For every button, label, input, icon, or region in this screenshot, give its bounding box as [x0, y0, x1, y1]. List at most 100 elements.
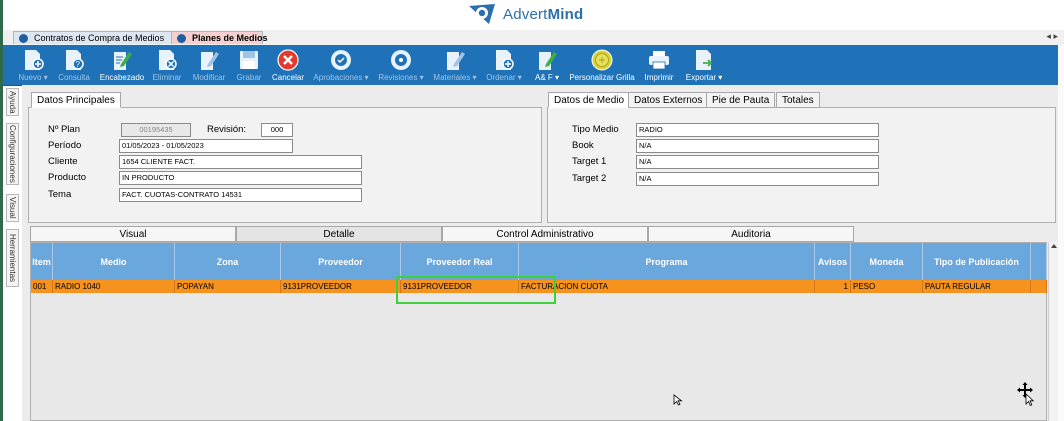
- scroll-up-icon[interactable]: [1051, 244, 1057, 248]
- encabezado-button[interactable]: Encabezado: [97, 45, 147, 85]
- cell-proveedor[interactable]: 9131PROVEEDOR: [281, 280, 401, 293]
- tab-scroll-arrows[interactable]: ◂ ▸: [1046, 31, 1058, 42]
- personalizar-grilla-button[interactable]: Personalizar Grilla: [567, 45, 637, 85]
- tab-pie-de-pauta[interactable]: Pie de Pauta: [706, 92, 776, 108]
- materiales-button[interactable]: Materiales ▾: [431, 45, 479, 85]
- nuevo-button[interactable]: Nuevo ▾: [16, 45, 50, 85]
- cell-avisos[interactable]: 1: [815, 280, 851, 293]
- delete-document-icon: [159, 50, 177, 70]
- aprobaciones-button[interactable]: Aprobaciones ▾: [311, 45, 371, 85]
- col-header-proveedor-real[interactable]: Proveedor Real: [401, 243, 519, 280]
- modificar-button[interactable]: Modificar: [189, 45, 229, 85]
- tab-auditoria[interactable]: Auditoria: [648, 226, 854, 242]
- edit-af-icon: [539, 52, 557, 70]
- col-header-spacer: [1031, 243, 1047, 280]
- tipo-medio-label: Tipo Medio: [572, 124, 619, 135]
- col-header-medio[interactable]: Medio: [53, 243, 175, 280]
- brand-name: AdvertMind: [503, 5, 584, 23]
- tab-datos-de-medio[interactable]: Datos de Medio: [548, 92, 631, 108]
- tab-datos-externos[interactable]: Datos Externos: [628, 92, 709, 108]
- edit-header-icon: [114, 52, 132, 70]
- side-tab-herramientas[interactable]: Herramientas: [6, 229, 19, 287]
- producto-field[interactable]: IN PRODUCTO: [119, 171, 362, 185]
- tab-planes-medios[interactable]: Planes de Medios: [171, 31, 268, 44]
- tab-control-administrativo[interactable]: Control Administrativo: [442, 226, 648, 242]
- customize-grid-icon: [591, 49, 613, 71]
- target2-field[interactable]: N/A: [636, 172, 879, 186]
- revisions-icon: [391, 50, 411, 70]
- target1-field[interactable]: N/A: [636, 155, 879, 169]
- col-header-tipo-publicacion[interactable]: Tipo de Publicación: [923, 243, 1031, 280]
- cell-programa[interactable]: FACTURACION CUOTA: [519, 280, 815, 293]
- printer-icon: [649, 51, 669, 70]
- svg-text:?: ?: [76, 60, 81, 69]
- ordenar-button[interactable]: Ordenar ▾: [484, 45, 524, 85]
- producto-label: Producto: [48, 172, 87, 183]
- book-field[interactable]: N/A: [636, 139, 879, 153]
- move-cursor-icon: [1017, 382, 1035, 407]
- revisiones-button[interactable]: Revisiones ▾: [375, 45, 427, 85]
- eliminar-button[interactable]: Eliminar: [150, 45, 184, 85]
- app-header: AdvertMind: [3, 0, 1064, 30]
- tab-label: Planes de Medios: [192, 33, 268, 43]
- tab-scroll-right-icon[interactable]: ▸: [1053, 31, 1058, 41]
- grid-vertical-scrollbar[interactable]: [1048, 242, 1058, 421]
- ayf-button[interactable]: A& F ▾: [530, 45, 564, 85]
- periodo-label: Período: [48, 140, 82, 151]
- revision-label: Revisión:: [207, 124, 247, 135]
- col-header-item[interactable]: Item: [31, 243, 53, 280]
- window-right-edge: [1058, 45, 1064, 421]
- imprimir-button[interactable]: Imprimir: [641, 45, 677, 85]
- tab-detalle[interactable]: Detalle: [236, 226, 442, 242]
- grabar-button[interactable]: Grabar: [233, 45, 265, 85]
- main-toolbar: Nuevo ▾ ? Consulta Encabezado Eliminar M…: [3, 45, 1058, 86]
- cell-spacer: [1031, 280, 1047, 293]
- side-tab-ayuda[interactable]: Ayuda: [6, 88, 19, 116]
- cell-tipo-publicacion[interactable]: PAUTA REGULAR: [923, 280, 1031, 293]
- materials-icon: [447, 52, 465, 70]
- col-header-programa[interactable]: Programa: [519, 243, 815, 280]
- tab-totales[interactable]: Totales: [776, 92, 820, 108]
- document-tab-bar: Contratos de Compra de Medios Planes de …: [3, 30, 1064, 46]
- save-icon: [240, 51, 258, 69]
- cell-zona[interactable]: POPAYAN: [175, 280, 281, 293]
- revision-field[interactable]: 000: [261, 123, 293, 137]
- tab-visual[interactable]: Visual: [30, 226, 236, 242]
- cliente-label: Cliente: [48, 156, 78, 167]
- col-header-zona[interactable]: Zona: [175, 243, 281, 280]
- highlight-annotation: [396, 276, 556, 304]
- brand-logo: AdvertMind: [465, 1, 583, 27]
- tab-datos-principales[interactable]: Datos Principales: [31, 92, 121, 108]
- periodo-field[interactable]: 01/05/2023 - 01/05/2023: [119, 139, 293, 153]
- advertmind-tab-icon: [19, 34, 28, 43]
- advertmind-logo-icon: [469, 4, 495, 24]
- consulta-button[interactable]: ? Consulta: [55, 45, 93, 85]
- col-header-avisos[interactable]: Avisos: [815, 243, 851, 280]
- target2-label: Target 2: [572, 173, 607, 184]
- sort-icon: [496, 50, 514, 70]
- cell-item[interactable]: 001: [31, 280, 53, 293]
- tema-label: Tema: [48, 189, 72, 200]
- exportar-button[interactable]: Exportar ▾: [683, 45, 725, 85]
- detail-grid: Item Medio Zona Proveedor Proveedor Real…: [30, 242, 1047, 421]
- target1-label: Target 1: [572, 156, 607, 167]
- advertmind-tab-icon: [177, 34, 186, 43]
- modify-icon: [201, 52, 219, 70]
- side-tab-configuraciones[interactable]: Configuraciones: [6, 123, 19, 185]
- col-header-proveedor[interactable]: Proveedor: [281, 243, 401, 280]
- tipo-medio-field[interactable]: RADIO: [636, 123, 879, 137]
- mouse-pointer-icon: [673, 394, 683, 406]
- query-document-icon: ?: [66, 50, 84, 70]
- cell-moneda[interactable]: PESO: [851, 280, 923, 293]
- approvals-icon: [331, 50, 351, 70]
- side-tab-visual[interactable]: Visual: [6, 194, 19, 222]
- col-header-moneda[interactable]: Moneda: [851, 243, 923, 280]
- cancelar-button[interactable]: Cancelar: [269, 45, 307, 85]
- tema-field[interactable]: FACT. CUOTAS-CONTRATO 14531: [119, 188, 362, 202]
- cliente-field[interactable]: 1654 CLIENTE FACT.: [119, 155, 362, 169]
- tab-scroll-left-icon[interactable]: ◂: [1046, 31, 1051, 41]
- cell-medio[interactable]: RADIO 1040: [53, 280, 175, 293]
- plan-label: Nº Plan: [48, 124, 80, 135]
- tab-contratos-compra[interactable]: Contratos de Compra de Medios: [13, 31, 173, 44]
- plan-number-field[interactable]: 00195435: [121, 123, 191, 137]
